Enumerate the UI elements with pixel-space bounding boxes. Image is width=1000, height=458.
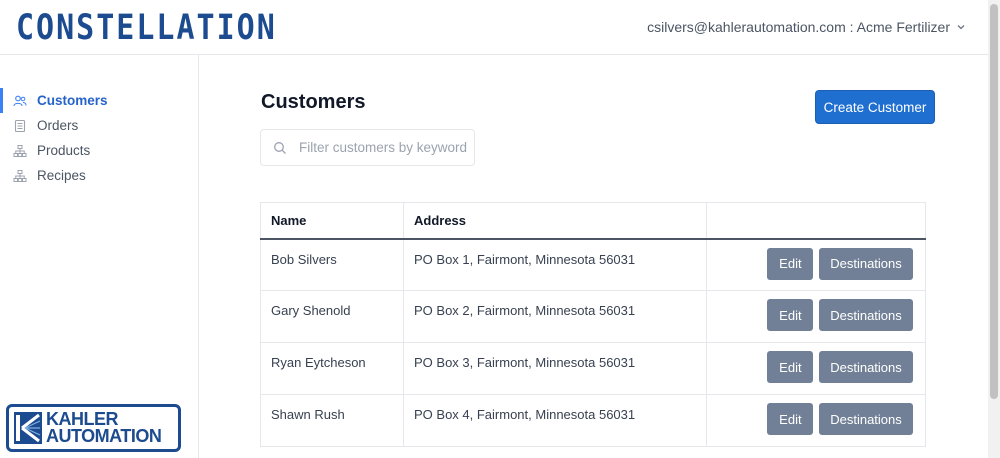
sidebar-item-label: Customers [37, 93, 108, 108]
table-row: Ryan Eytcheson PO Box 3, Fairmont, Minne… [260, 342, 926, 395]
app-header: CONSTELLATION csilvers@kahlerautomation.… [0, 0, 988, 55]
user-account-menu[interactable]: csilvers@kahlerautomation.com : Acme Fer… [647, 19, 966, 35]
sidebar: Customers Orders Products Recipes KAHLER… [0, 55, 199, 458]
app-logo[interactable]: CONSTELLATION [16, 8, 277, 48]
sidebar-item-label: Orders [37, 118, 79, 133]
page-scrollbar[interactable] [988, 0, 1000, 458]
sidebar-item-customers[interactable]: Customers [0, 88, 198, 113]
cell-address: PO Box 2, Fairmont, Minnesota 56031 [403, 290, 707, 343]
destinations-button[interactable]: Destinations [819, 247, 913, 280]
sidebar-item-recipes[interactable]: Recipes [0, 163, 198, 188]
cell-address: PO Box 1, Fairmont, Minnesota 56031 [403, 238, 707, 291]
cell-address: PO Box 3, Fairmont, Minnesota 56031 [403, 342, 707, 395]
cell-address: PO Box 4, Fairmont, Minnesota 56031 [403, 394, 707, 447]
scrollbar-thumb[interactable] [990, 4, 998, 399]
destinations-button[interactable]: Destinations [819, 403, 913, 435]
table-row: Bob Silvers PO Box 1, Fairmont, Minnesot… [260, 238, 926, 291]
kahler-automation-logo: KAHLER AUTOMATION [6, 404, 181, 452]
brand-line-2: AUTOMATION [46, 426, 162, 446]
table-row: Gary Shenold PO Box 2, Fairmont, Minneso… [260, 290, 926, 343]
edit-button[interactable]: Edit [767, 247, 814, 280]
user-account-label: csilvers@kahlerautomation.com : Acme Fer… [647, 19, 950, 35]
sidebar-item-orders[interactable]: Orders [0, 113, 198, 138]
sidebar-nav: Customers Orders Products Recipes [0, 88, 198, 188]
cell-actions: Edit Destinations [706, 342, 926, 395]
customers-table: Name Address Bob Silvers PO Box 1, Fairm… [260, 202, 926, 447]
sidebar-item-products[interactable]: Products [0, 138, 198, 163]
search-box [260, 129, 475, 166]
destinations-button[interactable]: Destinations [819, 351, 913, 383]
cell-name: Gary Shenold [260, 290, 404, 343]
search-icon [274, 141, 286, 154]
cell-actions: Edit Destinations [706, 394, 926, 447]
table-row: Shawn Rush PO Box 4, Fairmont, Minnesota… [260, 394, 926, 447]
edit-button[interactable]: Edit [767, 403, 814, 435]
cell-name: Bob Silvers [260, 238, 404, 291]
edit-button[interactable]: Edit [767, 351, 814, 383]
column-header-name[interactable]: Name [260, 202, 404, 240]
cell-name: Shawn Rush [260, 394, 404, 447]
destinations-button[interactable]: Destinations [819, 299, 913, 331]
page-title: Customers [261, 91, 366, 113]
search-input[interactable] [299, 140, 469, 155]
cell-name: Ryan Eytcheson [260, 342, 404, 395]
sidebar-item-label: Products [37, 143, 91, 158]
sidebar-item-label: Recipes [37, 168, 86, 183]
column-header-actions [706, 202, 926, 240]
column-header-address[interactable]: Address [403, 202, 707, 240]
create-customer-button[interactable]: Create Customer [815, 90, 935, 124]
hierarchy-icon [13, 169, 27, 183]
chevron-down-icon [957, 25, 965, 30]
cell-actions: Edit Destinations [706, 290, 926, 343]
hierarchy-icon [13, 144, 27, 158]
edit-button[interactable]: Edit [767, 299, 814, 331]
receipt-icon [13, 119, 27, 133]
table-header-row: Name Address [260, 202, 926, 240]
cell-actions: Edit Destinations [706, 238, 926, 291]
brand-text: KAHLER AUTOMATION [46, 410, 162, 446]
users-icon [13, 94, 27, 108]
kahler-logo-mark-icon [14, 412, 42, 444]
